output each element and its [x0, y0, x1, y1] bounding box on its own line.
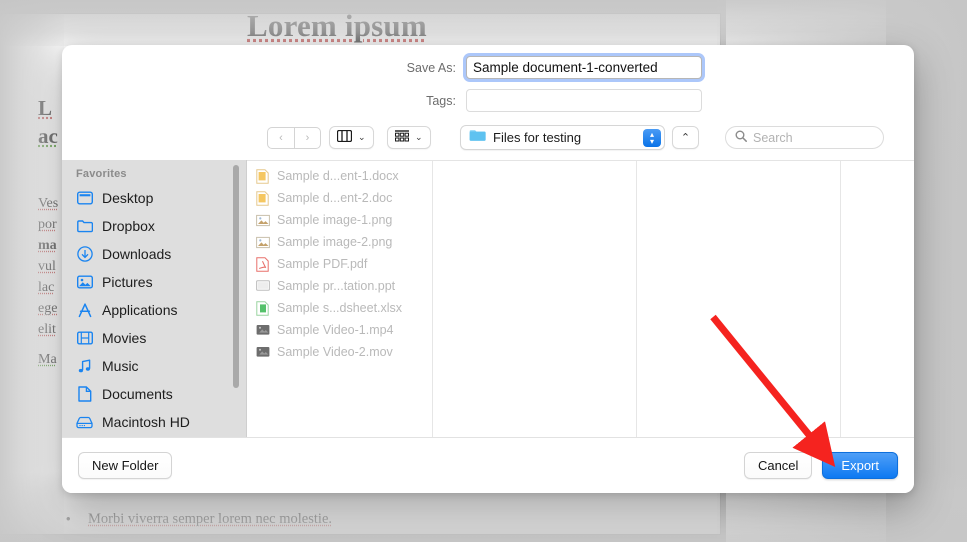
- sidebar-section-favorites: Favorites: [76, 168, 127, 180]
- file-name: Sample s...dsheet.xlsx: [277, 301, 403, 315]
- file-name: Sample Video-1.mp4: [277, 323, 394, 337]
- file-column-2[interactable]: [433, 161, 637, 437]
- file-name: Sample Video-2.mov: [277, 345, 393, 359]
- dialog-body: Favorites Desktop Dropbox Downloads Pict…: [62, 160, 914, 437]
- sidebar-item-label: Music: [102, 358, 139, 374]
- save-as-label: Save As:: [406, 60, 456, 75]
- sidebar-item-home[interactable]: ajaaysrinivasan: [62, 436, 247, 437]
- desktop-icon: [76, 190, 93, 207]
- sidebar-item-label: Downloads: [102, 246, 172, 262]
- export-save-dialog: Save As: Tags: ‹ › ⌄: [62, 45, 914, 493]
- sidebar-item-label: Movies: [102, 330, 147, 346]
- path-label: Files for testing: [493, 130, 582, 145]
- save-as-row: Save As:: [392, 56, 702, 79]
- file-column-3[interactable]: [637, 161, 841, 437]
- new-folder-button[interactable]: New Folder: [78, 452, 173, 479]
- file-name: Sample image-1.png: [277, 213, 393, 227]
- stepper-down-glyph: ▾: [649, 136, 654, 146]
- list-item[interactable]: Sample s...dsheet.xlsx: [247, 297, 432, 319]
- back-button[interactable]: ‹: [267, 126, 294, 149]
- file-name: Sample d...ent-1.docx: [277, 169, 399, 183]
- list-item[interactable]: Sample image-1.png: [247, 209, 432, 231]
- group-by-button[interactable]: ⌄: [387, 126, 431, 149]
- file-name: Sample PDF.pdf: [277, 257, 368, 271]
- window-shade-left: [0, 0, 64, 542]
- go-up-button[interactable]: ⌃: [672, 126, 699, 149]
- list-item[interactable]: Sample PDF.pdf: [247, 253, 432, 275]
- tags-label: Tags:: [426, 93, 456, 108]
- sidebar-item-label: Pictures: [102, 274, 153, 290]
- sidebar-item-documents[interactable]: Documents: [62, 380, 247, 408]
- column-browser: Sample d...ent-1.docx Sample d...ent-2.d…: [247, 160, 914, 437]
- dialog-field-area: Save As: Tags:: [62, 45, 914, 115]
- sidebar-item-pictures[interactable]: Pictures: [62, 268, 247, 296]
- sidebar-scrollbar-track[interactable]: [233, 160, 243, 437]
- tags-input[interactable]: [466, 89, 702, 112]
- save-as-input[interactable]: [466, 56, 702, 79]
- folder-icon: [76, 218, 93, 235]
- grid-group-icon: [395, 129, 410, 147]
- video-file-icon: [255, 345, 270, 360]
- sidebar-item-music[interactable]: Music: [62, 352, 247, 380]
- export-button[interactable]: Export: [822, 452, 898, 479]
- word-doc-icon: [255, 168, 270, 184]
- sidebar-item-label: Documents: [102, 386, 173, 402]
- chevron-down-icon: ⌄: [415, 132, 423, 142]
- list-item[interactable]: Sample pr...tation.ppt: [247, 275, 432, 297]
- list-item[interactable]: Sample image-2.png: [247, 231, 432, 253]
- search-placeholder: Search: [753, 130, 793, 145]
- column-view-icon: [336, 129, 353, 147]
- search-field[interactable]: Search: [725, 126, 884, 149]
- cancel-button[interactable]: Cancel: [743, 452, 813, 479]
- sidebar-item-movies[interactable]: Movies: [62, 324, 247, 352]
- image-file-icon: [255, 213, 270, 228]
- sidebar-item-downloads[interactable]: Downloads: [62, 240, 247, 268]
- pictures-icon: [76, 274, 93, 291]
- sidebar-item-desktop[interactable]: Desktop: [62, 184, 247, 212]
- dialog-footer: New Folder Cancel Export: [62, 437, 914, 493]
- file-column-1[interactable]: Sample d...ent-1.docx Sample d...ent-2.d…: [247, 161, 433, 437]
- folder-icon: [469, 128, 486, 147]
- sidebar-item-applications[interactable]: Applications: [62, 296, 247, 324]
- tags-row: Tags:: [392, 89, 702, 112]
- sidebar-item-label: Dropbox: [102, 218, 155, 234]
- list-item[interactable]: Sample d...ent-1.docx: [247, 165, 432, 187]
- list-item[interactable]: Sample d...ent-2.doc: [247, 187, 432, 209]
- file-column-4[interactable]: [841, 161, 914, 437]
- spreadsheet-file-icon: [255, 300, 270, 316]
- presentation-file-icon: [255, 279, 270, 294]
- path-stepper-icon: ▴ ▾: [643, 128, 661, 147]
- dialog-navigation-toolbar: ‹ › ⌄ ⌄ Files for testing ▴ ▾ ⌃ Search: [62, 115, 914, 160]
- pdf-file-icon: [255, 256, 270, 272]
- file-name: Sample d...ent-2.doc: [277, 191, 393, 205]
- sidebar-item-macintosh-hd[interactable]: Macintosh HD: [62, 408, 247, 436]
- word-doc-icon: [255, 190, 270, 206]
- view-mode-button[interactable]: ⌄: [329, 126, 374, 149]
- forward-button[interactable]: ›: [294, 126, 321, 149]
- chevron-down-icon: ⌄: [358, 132, 366, 142]
- documents-icon: [76, 386, 93, 403]
- sidebar-item-dropbox[interactable]: Dropbox: [62, 212, 247, 240]
- harddisk-icon: [76, 414, 93, 431]
- sidebar-item-label: Applications: [102, 302, 178, 318]
- file-name: Sample image-2.png: [277, 235, 393, 249]
- image-file-icon: [255, 235, 270, 250]
- applications-icon: [76, 302, 93, 319]
- sidebar[interactable]: Favorites Desktop Dropbox Downloads Pict…: [62, 160, 247, 437]
- video-file-icon: [255, 323, 270, 338]
- list-item[interactable]: Sample Video-1.mp4: [247, 319, 432, 341]
- download-icon: [76, 246, 93, 263]
- music-icon: [76, 358, 93, 375]
- sidebar-scrollbar-thumb[interactable]: [233, 165, 239, 388]
- movies-icon: [76, 330, 93, 347]
- list-item[interactable]: Sample Video-2.mov: [247, 341, 432, 363]
- file-name: Sample pr...tation.ppt: [277, 279, 396, 293]
- sidebar-item-label: Macintosh HD: [102, 414, 190, 430]
- back-forward-group: ‹ ›: [267, 126, 321, 149]
- footer-action-group: Cancel Export: [743, 452, 898, 479]
- path-popup-button[interactable]: Files for testing ▴ ▾: [460, 125, 665, 150]
- search-icon: [735, 129, 747, 147]
- sidebar-item-label: Desktop: [102, 190, 154, 206]
